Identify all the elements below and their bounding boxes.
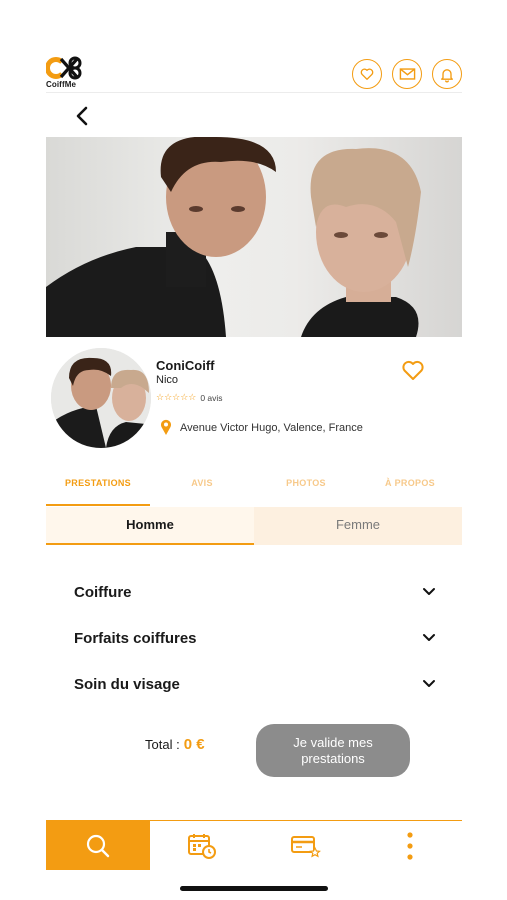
bottom-nav [46, 820, 462, 870]
nav-appointments[interactable] [150, 821, 254, 870]
mail-icon[interactable] [392, 59, 422, 89]
tab-a-propos[interactable]: À PROPOS [358, 470, 462, 506]
calendar-clock-icon [188, 833, 216, 859]
category-coiffure[interactable]: Coiffure [74, 579, 436, 605]
tab-avis[interactable]: AVIS [150, 470, 254, 506]
chevron-down-icon [423, 680, 435, 687]
salon-address: Avenue Victor Hugo, Valence, France [180, 421, 363, 434]
reviews-count: 0 avis [200, 392, 223, 403]
category-forfaits-coiffures[interactable]: Forfaits coiffures [74, 625, 436, 651]
total-row: Total : 0 € [145, 736, 205, 753]
gender-femme[interactable]: Femme [254, 507, 462, 545]
gender-homme[interactable]: Homme [46, 507, 254, 545]
location-pin-icon [161, 419, 171, 435]
coiffme-logo[interactable]: CoiffMe [45, 55, 86, 89]
category-soin-du-visage[interactable]: Soin du visage [74, 671, 436, 697]
heart-icon[interactable] [352, 59, 382, 89]
category-label: Coiffure [74, 583, 132, 601]
search-icon [86, 834, 110, 857]
validate-services-button[interactable]: Je valide mes prestations [256, 724, 410, 777]
logo-text: CoiffMe [46, 80, 77, 89]
gender-switch: Homme Femme [46, 507, 462, 545]
address-row[interactable]: Avenue Victor Hugo, Valence, France [160, 419, 363, 436]
bell-icon[interactable] [432, 59, 462, 89]
heart-outline-icon [402, 360, 424, 380]
chevron-down-icon [423, 634, 435, 641]
nav-search[interactable] [46, 821, 150, 870]
home-indicator[interactable] [180, 886, 328, 891]
star-rating: ☆☆☆☆☆ [156, 392, 197, 402]
more-vertical-icon [407, 831, 413, 860]
tab-photos[interactable]: PHOTOS [254, 470, 358, 506]
chevron-down-icon [423, 588, 435, 595]
card-star-icon [291, 835, 321, 857]
category-label: Soin du visage [74, 675, 180, 693]
nav-more[interactable] [358, 821, 462, 870]
salon-tabs: PRESTATIONS AVIS PHOTOS À PROPOS [46, 470, 462, 506]
category-label: Forfaits coiffures [74, 629, 197, 647]
rating-row[interactable]: ☆☆☆☆☆ 0 avis [156, 392, 223, 403]
back-button[interactable] [72, 104, 92, 128]
salon-owner: Nico [156, 374, 179, 386]
salon-name: ConiCoiff [156, 358, 215, 373]
salon-avatar[interactable] [51, 348, 151, 448]
tab-prestations[interactable]: PRESTATIONS [46, 470, 150, 506]
nav-payments[interactable] [254, 821, 358, 870]
total-value: 0 € [183, 736, 205, 753]
chevron-left-icon [76, 106, 88, 126]
app-header: CoiffMe [45, 55, 462, 93]
favorite-button[interactable] [401, 359, 425, 383]
total-label: Total : [145, 737, 180, 752]
salon-cover-photo[interactable] [46, 137, 462, 337]
